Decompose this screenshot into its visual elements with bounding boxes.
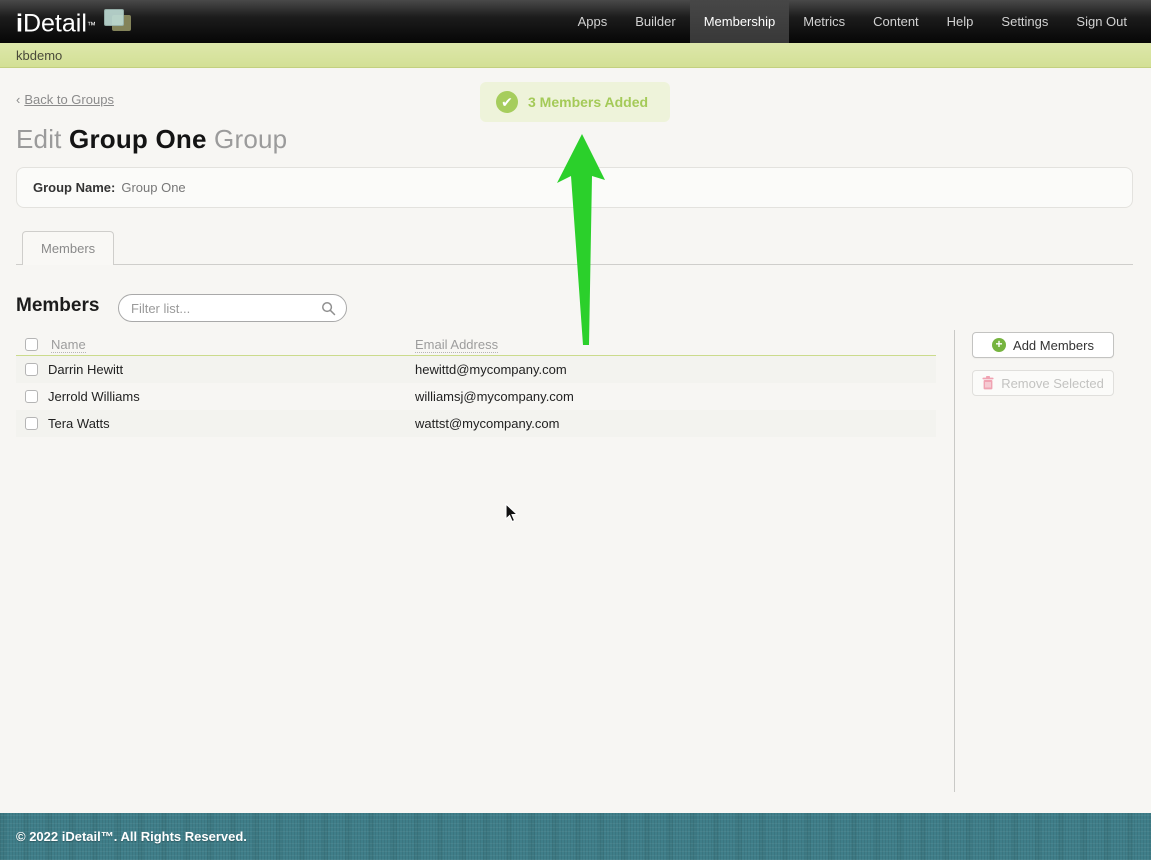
nav-item-help[interactable]: Help: [933, 0, 988, 43]
table-row[interactable]: Jerrold Williams williamsj@mycompany.com: [16, 383, 936, 410]
success-notification: ✔ 3 Members Added: [480, 82, 671, 122]
members-section-heading: Members: [16, 295, 100, 316]
environment-bar: kbdemo: [0, 43, 1151, 68]
app-logo[interactable]: iDetail™: [0, 2, 134, 40]
nav-item-membership[interactable]: Membership: [689, 0, 790, 43]
add-members-label: Add Members: [1013, 337, 1094, 353]
select-all-checkbox[interactable]: [25, 338, 38, 351]
annotation-arrow-up-icon: [557, 134, 605, 345]
logo-text: iDetail™: [16, 9, 96, 38]
nav-item-content[interactable]: Content: [859, 0, 933, 43]
logo-trademark: ™: [86, 20, 96, 31]
remove-selected-label: Remove Selected: [1001, 375, 1104, 391]
table-header-row: Name Email Address: [16, 336, 936, 356]
nav-item-settings[interactable]: Settings: [987, 0, 1062, 43]
chevron-left-icon: ‹: [16, 92, 21, 107]
member-name: Tera Watts: [48, 416, 110, 431]
column-header-email[interactable]: Email Address: [415, 337, 499, 353]
nav-menu: Apps Builder Membership Metrics Content …: [564, 0, 1151, 43]
table-row[interactable]: Tera Watts wattst@mycompany.com: [16, 410, 936, 437]
nav-item-apps[interactable]: Apps: [564, 0, 622, 43]
plus-circle-icon: +: [992, 338, 1007, 352]
page-title: Edit Group One Group: [16, 124, 288, 154]
search-icon[interactable]: [321, 301, 336, 316]
row-checkbox[interactable]: [25, 363, 38, 376]
trash-icon: [982, 376, 994, 390]
nav-item-metrics[interactable]: Metrics: [789, 0, 859, 43]
environment-label: kbdemo: [16, 47, 63, 63]
page: iDetail™ Apps Builder Membership Metrics…: [0, 0, 1151, 860]
table-row[interactable]: Darrin Hewitt hewittd@mycompany.com: [16, 356, 936, 383]
back-to-groups-link[interactable]: ‹ Back to Groups: [16, 92, 114, 107]
filter-input[interactable]: [131, 300, 321, 316]
check-circle-icon: ✔: [496, 91, 518, 113]
member-name: Darrin Hewitt: [48, 362, 124, 377]
group-name-value: Group One: [121, 180, 186, 195]
column-header-name[interactable]: Name: [51, 337, 86, 353]
member-email: wattst@mycompany.com: [415, 416, 560, 431]
footer: © 2022 iDetail™. All Rights Reserved.: [0, 813, 1151, 860]
nav-item-builder[interactable]: Builder: [621, 0, 689, 43]
logo-square-front-icon: [103, 9, 124, 27]
sidebar-divider: [954, 330, 955, 792]
remove-selected-button[interactable]: Remove Selected: [972, 370, 1114, 396]
top-navbar: iDetail™ Apps Builder Membership Metrics…: [0, 0, 1151, 43]
group-name-title: Group One: [69, 124, 207, 154]
row-checkbox[interactable]: [25, 417, 38, 430]
filter-field: [118, 294, 347, 322]
nav-item-sign-out[interactable]: Sign Out: [1062, 0, 1141, 43]
member-name: Jerrold Williams: [48, 389, 140, 404]
member-email: williamsj@mycompany.com: [415, 389, 574, 404]
group-name-label: Group Name:: [33, 180, 116, 195]
row-checkbox[interactable]: [25, 390, 38, 403]
add-members-button[interactable]: + Add Members: [972, 332, 1114, 358]
copyright-text: © 2022 iDetail™. All Rights Reserved.: [16, 829, 247, 844]
tab-members[interactable]: Members: [22, 231, 115, 265]
logo-icon: [102, 8, 134, 34]
mouse-cursor-icon: [505, 503, 519, 523]
member-email: hewittd@mycompany.com: [415, 362, 567, 377]
notification-text: 3 Members Added: [528, 94, 649, 110]
members-table: Name Email Address Darrin Hewitt hewittd…: [16, 336, 936, 437]
